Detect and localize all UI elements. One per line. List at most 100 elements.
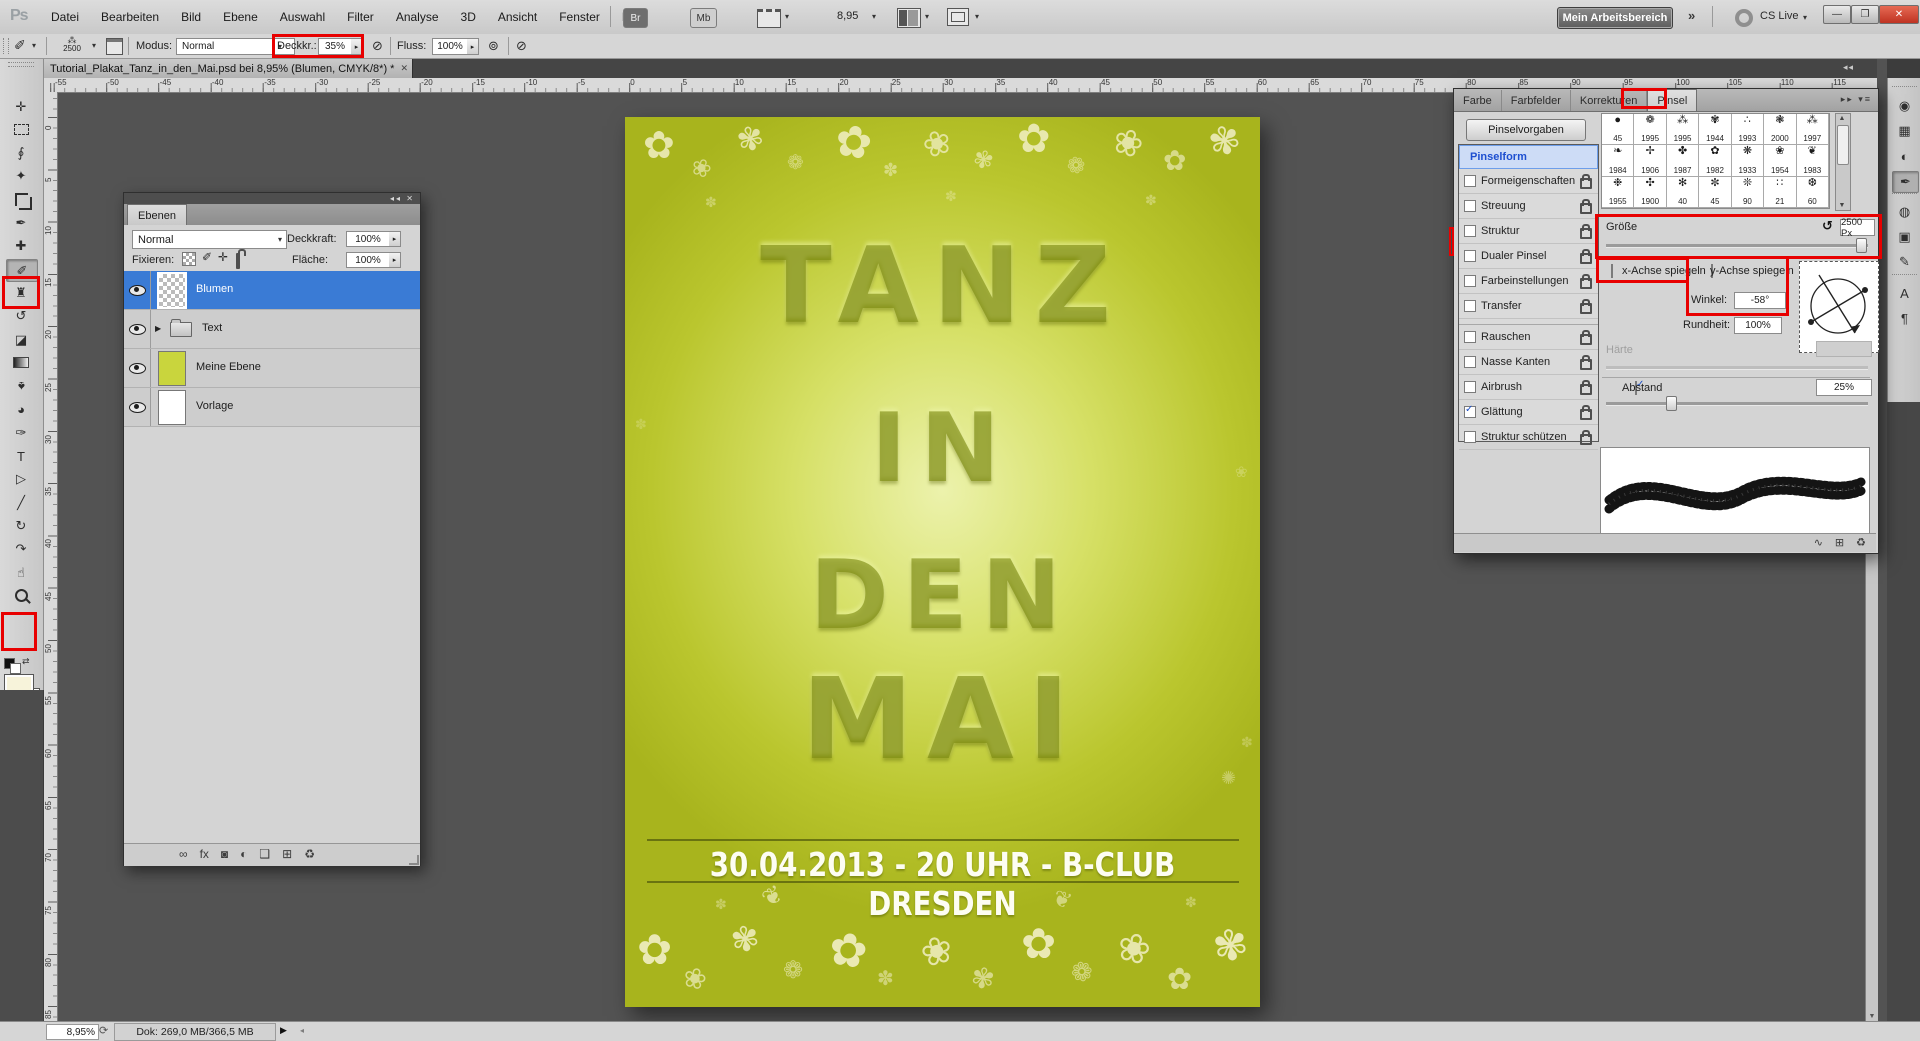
tool-path-selection[interactable]: ▷ [6, 469, 36, 490]
layer-thumbnail[interactable] [158, 390, 186, 425]
tool-pen[interactable]: ✑ [6, 422, 36, 443]
brush-setting-nasse-kanten[interactable]: Nasse Kanten [1459, 350, 1598, 375]
brush-tip-cell[interactable]: ∷21 [1764, 177, 1796, 208]
grid-scroll-up-icon[interactable]: ▲ [1836, 115, 1848, 122]
status-zoom-input[interactable]: 8,95% [46, 1024, 99, 1040]
airbrush-icon[interactable]: ⊚ [488, 38, 499, 54]
dock-header[interactable] [1887, 58, 1920, 78]
setting-checkbox[interactable] [1464, 250, 1476, 262]
mini-bridge-button[interactable]: Mb [690, 8, 717, 28]
zoom-level-indicator[interactable]: 8,95 [837, 10, 858, 22]
brush-tip-cell[interactable]: ❁1995 [1634, 114, 1666, 145]
brush-tip-cell[interactable]: ❦1983 [1797, 145, 1829, 176]
brush-tip-cell[interactable]: ❊90 [1732, 177, 1764, 208]
layer-group-icon[interactable]: ❑ [259, 847, 270, 861]
tool-clone-stamp[interactable]: ♜ [6, 282, 36, 303]
view-extras-dropdown-icon[interactable]: ▾ [785, 12, 789, 21]
layer-mask-icon[interactable]: ◙ [221, 847, 228, 861]
dock-icon-farbfelder[interactable]: ▦ [1892, 121, 1917, 141]
dock-icon-farbe[interactable]: ◉ [1892, 96, 1917, 116]
lock-icon[interactable] [1580, 359, 1592, 370]
menu-3d[interactable]: 3D [450, 10, 487, 24]
layer-row[interactable]: Blumen [124, 271, 420, 310]
flow-input[interactable]: 100% [432, 38, 468, 55]
ruler-vertical[interactable]: 0510152025303540455055606570758085 [43, 92, 58, 1021]
layers-tab[interactable]: Ebenen [127, 204, 187, 226]
flip-x-checkbox[interactable] [1611, 264, 1613, 278]
brush-setting-transfer[interactable]: Transfer [1459, 294, 1598, 319]
setting-checkbox[interactable] [1464, 406, 1476, 418]
lock-icon[interactable] [1580, 434, 1592, 445]
layer-fill-input[interactable]: 100% [346, 252, 390, 268]
lock-transparency-icon[interactable] [182, 252, 196, 266]
tool-quick-selection[interactable]: ✦ [6, 166, 36, 187]
tablet-size-icon[interactable]: ⊘ [516, 38, 527, 54]
dock-icon-korrekturen[interactable]: ◐ [1892, 146, 1917, 166]
brush-tip-cell[interactable]: ✾1944 [1699, 114, 1731, 145]
tab-pinsel[interactable]: Pinsel [1647, 89, 1697, 111]
setting-checkbox[interactable] [1464, 225, 1476, 237]
brush-setting-struktur-schützen[interactable]: Struktur schützen [1459, 425, 1598, 450]
lock-icon[interactable] [1580, 303, 1592, 314]
layer-opacity-slider-button[interactable]: ▸ [389, 231, 401, 247]
brush-angle-preview[interactable] [1799, 261, 1879, 353]
setting-checkbox[interactable] [1464, 381, 1476, 393]
tool-dodge[interactable]: ◕ [6, 399, 36, 420]
menu-auswahl[interactable]: Auswahl [269, 10, 336, 24]
layers-collapse-icon[interactable]: ◂◂ [390, 194, 402, 203]
size-slider-thumb[interactable] [1856, 238, 1867, 253]
tool-gradient[interactable] [6, 352, 36, 373]
window-restore-button[interactable]: ❐ [1851, 5, 1879, 24]
brush-setting-streuung[interactable]: Streuung [1459, 194, 1598, 219]
brush-tip-cell[interactable]: ❋1933 [1732, 145, 1764, 176]
brush-stroke-icon[interactable]: ∿ [1814, 536, 1823, 549]
toolbar-grip[interactable] [8, 62, 34, 67]
hscroll-left-icon[interactable]: ◂ [300, 1026, 304, 1035]
scroll-down-icon[interactable]: ▼ [1866, 1013, 1878, 1020]
lock-icon[interactable] [1580, 278, 1592, 289]
dock-icon-pfade[interactable]: ✎ [1892, 252, 1917, 272]
canvas-document[interactable]: ✿❀✾❁✿✽❀✾✿❁❀✿✾✽✽✽✽❀✺✽✿❀✾❁✿✽❀✾✿❁❀✿✾❦❦✽✽ TA… [625, 117, 1260, 1007]
tool-zoom[interactable] [6, 585, 36, 606]
tool-3d-rotate[interactable]: ↻ [6, 515, 36, 536]
brush-tip-cell[interactable]: ●45 [1602, 114, 1634, 145]
size-slider[interactable] [1606, 244, 1868, 248]
tool-lasso[interactable]: ∮ [6, 143, 36, 164]
eye-icon[interactable] [129, 285, 146, 296]
lock-pixels-icon[interactable]: ✐ [202, 250, 212, 264]
eye-icon[interactable] [129, 402, 146, 413]
lock-icon[interactable] [1580, 178, 1592, 189]
arrange-documents-icon[interactable] [897, 8, 921, 28]
brush-tip-cell[interactable]: ✢1906 [1634, 145, 1666, 176]
lock-icon[interactable] [1580, 334, 1592, 345]
window-close-button[interactable]: ✕ [1879, 5, 1919, 24]
grid-scrollbar-thumb[interactable] [1837, 125, 1849, 165]
menu-datei[interactable]: Datei [40, 10, 90, 24]
document-tab[interactable]: Tutorial_Plakat_Tanz_in_den_Mai.psd bei … [43, 59, 413, 78]
layer-thumbnail[interactable] [158, 351, 186, 386]
new-brush-icon[interactable]: ⊞ [1835, 536, 1844, 549]
spacing-input[interactable]: 25% [1816, 379, 1872, 396]
tool-move[interactable]: ✛ [6, 96, 36, 117]
brush-presets-button[interactable]: Pinselvorgaben [1466, 119, 1586, 141]
lock-icon[interactable] [1580, 253, 1592, 264]
grid-scroll-down-icon[interactable]: ▼ [1836, 202, 1848, 209]
setting-checkbox[interactable] [1464, 300, 1476, 312]
brush-tip-cell[interactable]: ❃2000 [1764, 114, 1796, 145]
layer-style-icon[interactable]: fx [200, 847, 209, 861]
screen-mode-dropdown-icon[interactable]: ▾ [975, 12, 979, 21]
panel-menu-icon[interactable]: ▸▸ ▾≡ [1841, 94, 1872, 105]
tab-farbe[interactable]: Farbe [1454, 90, 1502, 111]
tool-brush[interactable]: ✐ [6, 259, 38, 282]
dock-icon-pinsel[interactable]: ✒ [1892, 171, 1919, 193]
angle-input[interactable]: -58° [1734, 292, 1786, 309]
lock-all-icon[interactable] [236, 253, 240, 269]
brush-tip-cell[interactable]: ✻40 [1667, 177, 1699, 208]
tablet-opacity-icon[interactable]: ⊘ [372, 38, 383, 54]
brush-setting-rauschen[interactable]: Rauschen [1459, 325, 1598, 350]
layer-thumbnail[interactable] [157, 272, 187, 309]
menu-filter[interactable]: Filter [336, 10, 385, 24]
layer-blend-mode-select[interactable]: Normal▾ [132, 230, 287, 249]
brush-tip-cell[interactable]: ❉1955 [1602, 177, 1634, 208]
setting-checkbox[interactable] [1464, 331, 1476, 343]
